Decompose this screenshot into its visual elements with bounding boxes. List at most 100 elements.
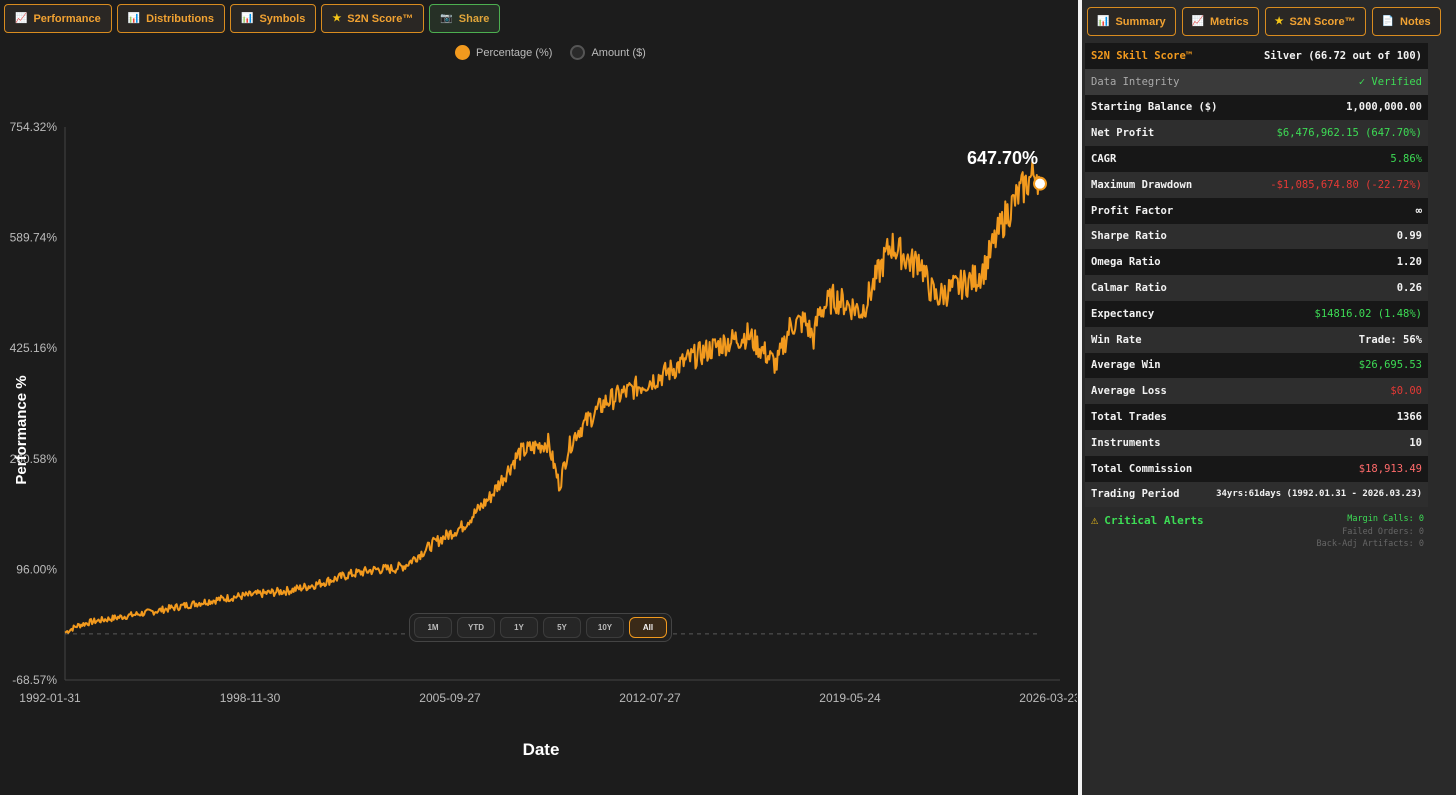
metric-row: Expectancy $14816.02 (1.48%)	[1085, 300, 1428, 327]
y-tick-label: -68.57%	[12, 673, 57, 687]
chart-icon: 📈	[1191, 16, 1205, 27]
critical-alerts: ⚠ Critical Alerts Margin Calls: 0 Failed…	[1091, 513, 1426, 549]
metrics-panel: 📊 Summary 📈 Metrics ★ S2N Score™ 📄 Notes…	[1082, 0, 1456, 795]
metric-label: Starting Balance ($)	[1091, 101, 1218, 114]
failed-orders: Failed Orders: 0	[1342, 526, 1424, 537]
range-button-5y[interactable]: 5Y	[543, 617, 581, 638]
metric-label: Calmar Ratio	[1091, 282, 1167, 295]
bar-chart-icon: 📊	[1097, 16, 1110, 27]
metric-label: Net Profit	[1091, 127, 1155, 140]
metric-value: $26,695.53	[1358, 359, 1422, 372]
metric-label: Average Win	[1091, 359, 1161, 372]
series-line	[64, 159, 1041, 634]
back-adj-artifacts: Back-Adj Artifacts: 0	[1316, 539, 1424, 549]
range-selector: 1M YTD 1Y 5Y 10Y All	[409, 613, 672, 642]
range-button-1y[interactable]: 1Y	[500, 617, 538, 638]
x-tick-label: 1998-11-30	[220, 691, 281, 705]
metric-row: Starting Balance ($) 1,000,000.00	[1085, 94, 1428, 121]
metric-row: Maximum Drawdown -$1,085,674.80 (-22.72%)	[1085, 171, 1428, 198]
performance-chart: 754.32%589.74%425.16%260.58%96.00%-68.57…	[10, 120, 1077, 759]
metric-label: Trading Period	[1091, 488, 1180, 501]
metric-label: Expectancy	[1091, 307, 1155, 320]
metric-row: CAGR 5.86%	[1085, 146, 1428, 172]
final-value-label: 647.70%	[967, 148, 1038, 168]
range-button-1m[interactable]: 1M	[414, 617, 452, 638]
metric-value: Silver (66.72 out of 100)	[1263, 49, 1422, 62]
warning-icon: ⚠	[1091, 513, 1099, 527]
metric-label: Win Rate	[1091, 333, 1142, 346]
metric-row: Trading Period 34yrs:61days (1992.01.31 -…	[1085, 481, 1428, 508]
metric-value: $0.00	[1390, 385, 1422, 398]
metric-label: Omega Ratio	[1091, 256, 1161, 269]
tab-s2n-score-right[interactable]: ★ S2N Score™	[1264, 7, 1366, 36]
end-marker	[1033, 176, 1047, 191]
metric-label: Total Commission	[1091, 462, 1193, 475]
margin-calls: Margin Calls: 0	[1347, 514, 1424, 524]
tab-label: S2N Score™	[1289, 15, 1356, 28]
metric-row-score: S2N Skill Score™ Silver (66.72 out of 100…	[1085, 43, 1428, 69]
x-axis-label: Date	[523, 740, 560, 759]
metric-row: Profit Factor ∞	[1085, 197, 1428, 224]
metric-value: 1,000,000.00	[1346, 101, 1422, 114]
tab-label: Summary	[1115, 15, 1166, 28]
metric-value: $14816.02 (1.48%)	[1314, 307, 1422, 320]
tab-summary[interactable]: 📊 Summary	[1087, 7, 1176, 36]
metric-label: Sharpe Ratio	[1091, 230, 1167, 243]
metric-row: Win Rate Trade: 56%	[1085, 326, 1428, 353]
metric-row: Sharpe Ratio 0.99	[1085, 223, 1428, 250]
metric-value: 0.26	[1396, 282, 1422, 295]
metric-label: Instruments	[1091, 436, 1161, 449]
x-tick-label: 1992-01-31	[19, 691, 81, 705]
metric-value: 5.86%	[1390, 153, 1422, 166]
metric-value: ∞	[1415, 204, 1422, 217]
alert-counts: Margin Calls: 0 Failed Orders: 0 Back-Ad…	[1317, 513, 1424, 551]
range-button-10y[interactable]: 10Y	[586, 617, 624, 638]
metric-row: Average Loss $0.00	[1085, 378, 1428, 405]
metric-row: Total Commission $18,913.49	[1085, 455, 1428, 482]
alerts-title: Critical Alerts	[1104, 513, 1204, 527]
metric-value: 10	[1409, 436, 1422, 449]
y-axis-label: Performance %	[13, 375, 30, 484]
metric-label: Maximum Drawdown	[1091, 178, 1193, 191]
x-tick-label: 2026-03-23	[1019, 691, 1077, 705]
metric-label: CAGR	[1091, 153, 1117, 166]
metric-value: -$1,085,674.80 (-22.72%)	[1270, 178, 1422, 191]
metric-value: $18,913.49	[1358, 462, 1422, 475]
range-button-ytd[interactable]: YTD	[457, 617, 495, 638]
metric-row: Average Win $26,695.53	[1085, 352, 1428, 379]
metric-value: Trade: 56%	[1358, 333, 1422, 346]
tab-notes[interactable]: 📄 Notes	[1371, 7, 1441, 36]
x-tick-label: 2012-07-27	[619, 691, 681, 705]
metric-label: Profit Factor	[1091, 204, 1174, 217]
metric-label: S2N Skill Score™	[1091, 49, 1193, 62]
tab-label: Metrics	[1210, 15, 1249, 28]
star-icon: ★	[1274, 16, 1284, 27]
metric-row-integrity: Data Integrity ✓ Verified	[1085, 68, 1428, 95]
y-tick-label: 425.16%	[10, 341, 58, 355]
document-icon: 📄	[1381, 16, 1395, 27]
metric-value: 1366	[1396, 411, 1422, 424]
tab-label: Notes	[1400, 15, 1431, 28]
metric-value: $6,476,962.15 (647.70%)	[1276, 127, 1422, 140]
metrics-table: S2N Skill Score™ Silver (66.72 out of 100…	[1085, 43, 1428, 508]
metric-row: Calmar Ratio 0.26	[1085, 275, 1428, 301]
metric-row: Net Profit $6,476,962.15 (647.70%)	[1085, 120, 1428, 147]
x-tick-label: 2019-05-24	[819, 691, 881, 705]
metric-row: Omega Ratio 1.20	[1085, 249, 1428, 276]
right-tabs: 📊 Summary 📈 Metrics ★ S2N Score™ 📄 Notes	[1087, 7, 1441, 36]
tab-metrics[interactable]: 📈 Metrics	[1181, 7, 1259, 36]
x-tick-label: 2005-09-27	[419, 691, 481, 705]
y-tick-label: 754.32%	[10, 120, 58, 134]
metric-value: 1.20	[1396, 256, 1422, 269]
y-tick-label: 96.00%	[16, 562, 57, 576]
metric-value: ✓ Verified	[1358, 75, 1422, 88]
metric-label: Average Loss	[1091, 385, 1167, 398]
y-tick-label: 589.74%	[10, 231, 58, 245]
metric-value: 0.99	[1396, 230, 1422, 243]
performance-panel: 📈 Performance 📊 Distributions 📊 Symbols …	[0, 0, 1077, 795]
metric-row: Total Trades 1366	[1085, 404, 1428, 430]
metric-label: Data Integrity	[1091, 75, 1180, 88]
metric-value: 34yrs:61days (1992.01.31 - 2026.03.23)	[1216, 489, 1422, 500]
metric-row: Instruments 10	[1085, 429, 1428, 456]
range-button-all[interactable]: All	[629, 617, 667, 638]
